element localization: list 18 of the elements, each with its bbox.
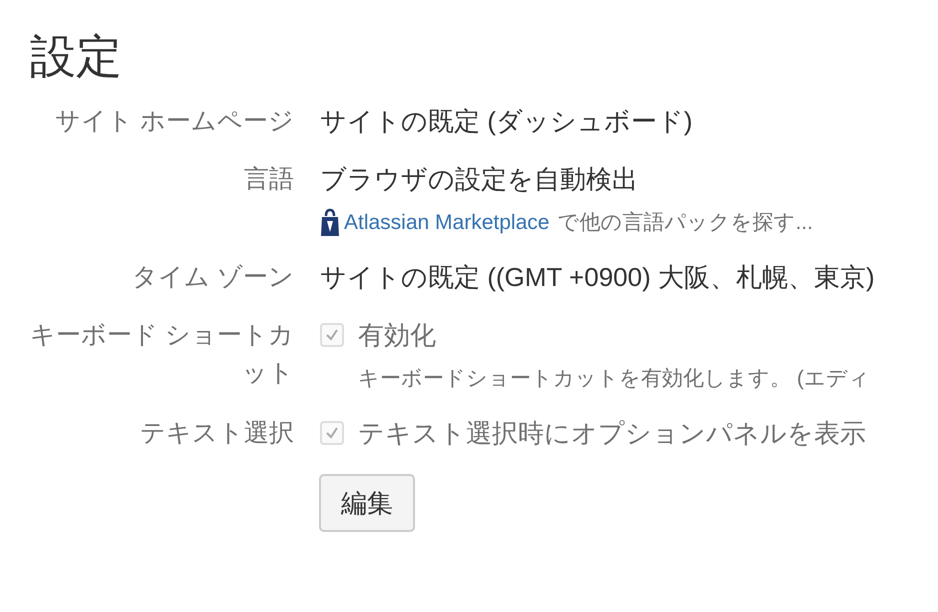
- checkmark-icon: [324, 327, 340, 343]
- setting-label: テキスト選択: [139, 418, 294, 449]
- setting-value: ブラウザの設定を自動検出: [320, 163, 639, 196]
- checkbox-label: 有効化: [358, 319, 436, 352]
- link-suffix-text: で他の言語パックを探す...: [557, 210, 813, 236]
- checkbox-label: テキスト選択時にオプションパネルを表示: [358, 417, 866, 450]
- setting-value: サイトの既定 (ダッシュボード): [320, 105, 693, 138]
- setting-label: 言語: [243, 164, 294, 195]
- setting-label: サイト ホームページ: [54, 106, 294, 137]
- marketplace-link[interactable]: Atlassian Marketplace: [344, 208, 550, 238]
- setting-label: タイム ゾーン: [131, 262, 294, 293]
- page-title: 設定: [30, 29, 123, 84]
- setting-value: サイトの既定 ((GMT +0900) 大阪、札幌、東京): [320, 261, 875, 294]
- help-text: キーボードショートカットを有効化します。 (エディ: [357, 366, 870, 392]
- setting-label: キーボード ショートカット: [30, 320, 294, 389]
- checkmark-icon: [324, 425, 340, 441]
- shopping-bag-icon: [320, 208, 340, 238]
- edit-button[interactable]: 編集: [319, 474, 415, 532]
